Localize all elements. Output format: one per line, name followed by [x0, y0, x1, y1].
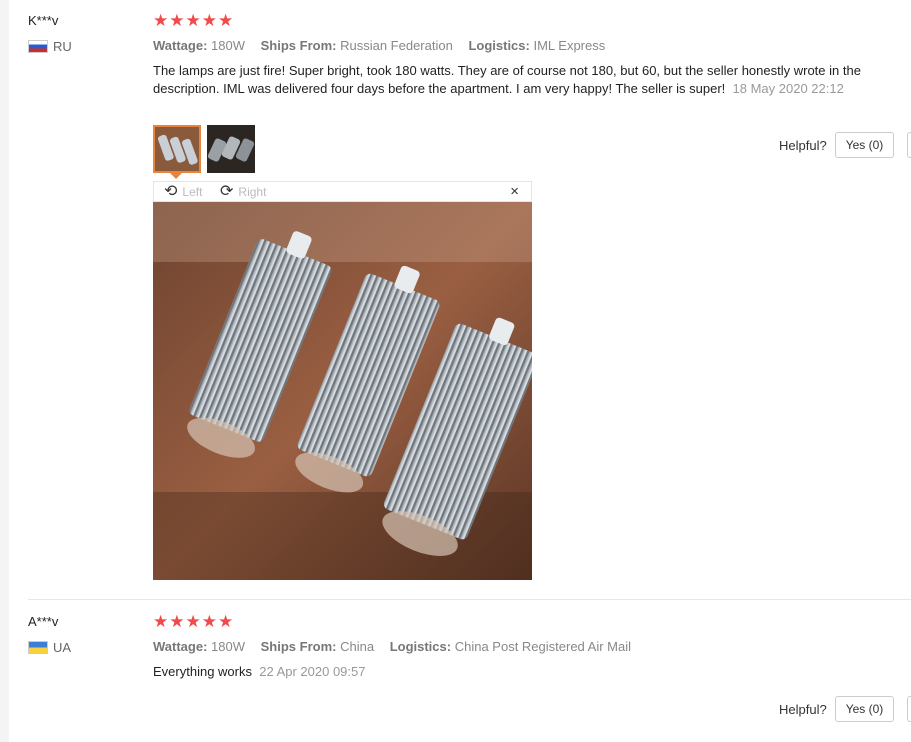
star-rating: ★★★★★: [153, 612, 235, 631]
review-text: Everything works 22 Apr 2020 09:57: [153, 663, 863, 681]
rotate-right-icon: ⟳: [220, 183, 234, 200]
attr-key: Ships From:: [260, 38, 337, 53]
helpful-label: Helpful?: [779, 137, 827, 153]
photo-thumbnails: [153, 125, 255, 173]
rotate-left-label: Left: [182, 185, 203, 199]
lamps-photo-image: [153, 202, 532, 580]
rotate-left-icon: ⟲: [164, 183, 178, 200]
review-text: The lamps are just fire! Super bright, t…: [153, 62, 863, 98]
left-gutter: [0, 0, 9, 742]
helpful-yes-button[interactable]: Yes (0): [834, 696, 895, 722]
attr-value: China: [340, 639, 375, 654]
attr-value: China Post Registered Air Mail: [454, 639, 632, 654]
helpful-yes-button[interactable]: Yes (0): [834, 132, 895, 158]
review-date: 18 May 2020 22:12: [732, 81, 844, 96]
helpful-no-button[interactable]: [907, 132, 911, 158]
review-divider: [28, 599, 911, 600]
rotate-right-button[interactable]: ⟳ Right: [220, 184, 266, 200]
attr-key: Ships From:: [260, 639, 337, 654]
country-code: RU: [53, 39, 72, 54]
star-rating: ★★★★★: [153, 11, 235, 30]
russia-flag-icon: [28, 40, 48, 53]
attr-value: IML Express: [533, 38, 606, 53]
review-attributes: Wattage: 180W Ships From: China Logistic…: [153, 639, 631, 654]
helpful-vote: Helpful? Yes (0): [779, 132, 895, 158]
review-date: 22 Apr 2020 09:57: [259, 664, 366, 679]
attr-value: 180W: [211, 38, 245, 53]
reviewer-country: RU: [28, 39, 72, 54]
reviewer-country: UA: [28, 640, 71, 655]
attr-key: Logistics:: [468, 38, 530, 53]
review-body: Everything works: [153, 664, 252, 679]
helpful-label: Helpful?: [779, 701, 827, 717]
helpful-vote: Helpful? Yes (0): [779, 696, 895, 722]
rotate-left-button[interactable]: ⟲ Left: [164, 184, 202, 200]
attr-key: Logistics:: [389, 639, 452, 654]
reviewer-name: K***v: [28, 13, 59, 28]
rotate-right-label: Right: [238, 185, 267, 199]
attr-value: 180W: [211, 639, 245, 654]
attr-key: Wattage:: [153, 639, 208, 654]
reviewer-name: A***v: [28, 614, 59, 629]
country-code: UA: [53, 640, 72, 655]
attr-value: Russian Federation: [340, 38, 453, 53]
photo-thumbnail-2[interactable]: [207, 125, 255, 173]
review-photo: [153, 202, 532, 580]
close-icon[interactable]: ×: [510, 183, 519, 200]
thumbnail-image: [207, 125, 255, 173]
helpful-no-button[interactable]: [907, 696, 911, 722]
thumbnail-image: [155, 127, 199, 171]
attr-key: Wattage:: [153, 38, 208, 53]
photo-viewer-toolbar: ⟲ Left ⟳ Right ×: [153, 181, 532, 202]
ukraine-flag-icon: [28, 641, 48, 654]
photo-thumbnail-1[interactable]: [153, 125, 201, 173]
review-attributes: Wattage: 180W Ships From: Russian Federa…: [153, 38, 605, 53]
selected-thumbnail-pointer: [170, 173, 182, 179]
